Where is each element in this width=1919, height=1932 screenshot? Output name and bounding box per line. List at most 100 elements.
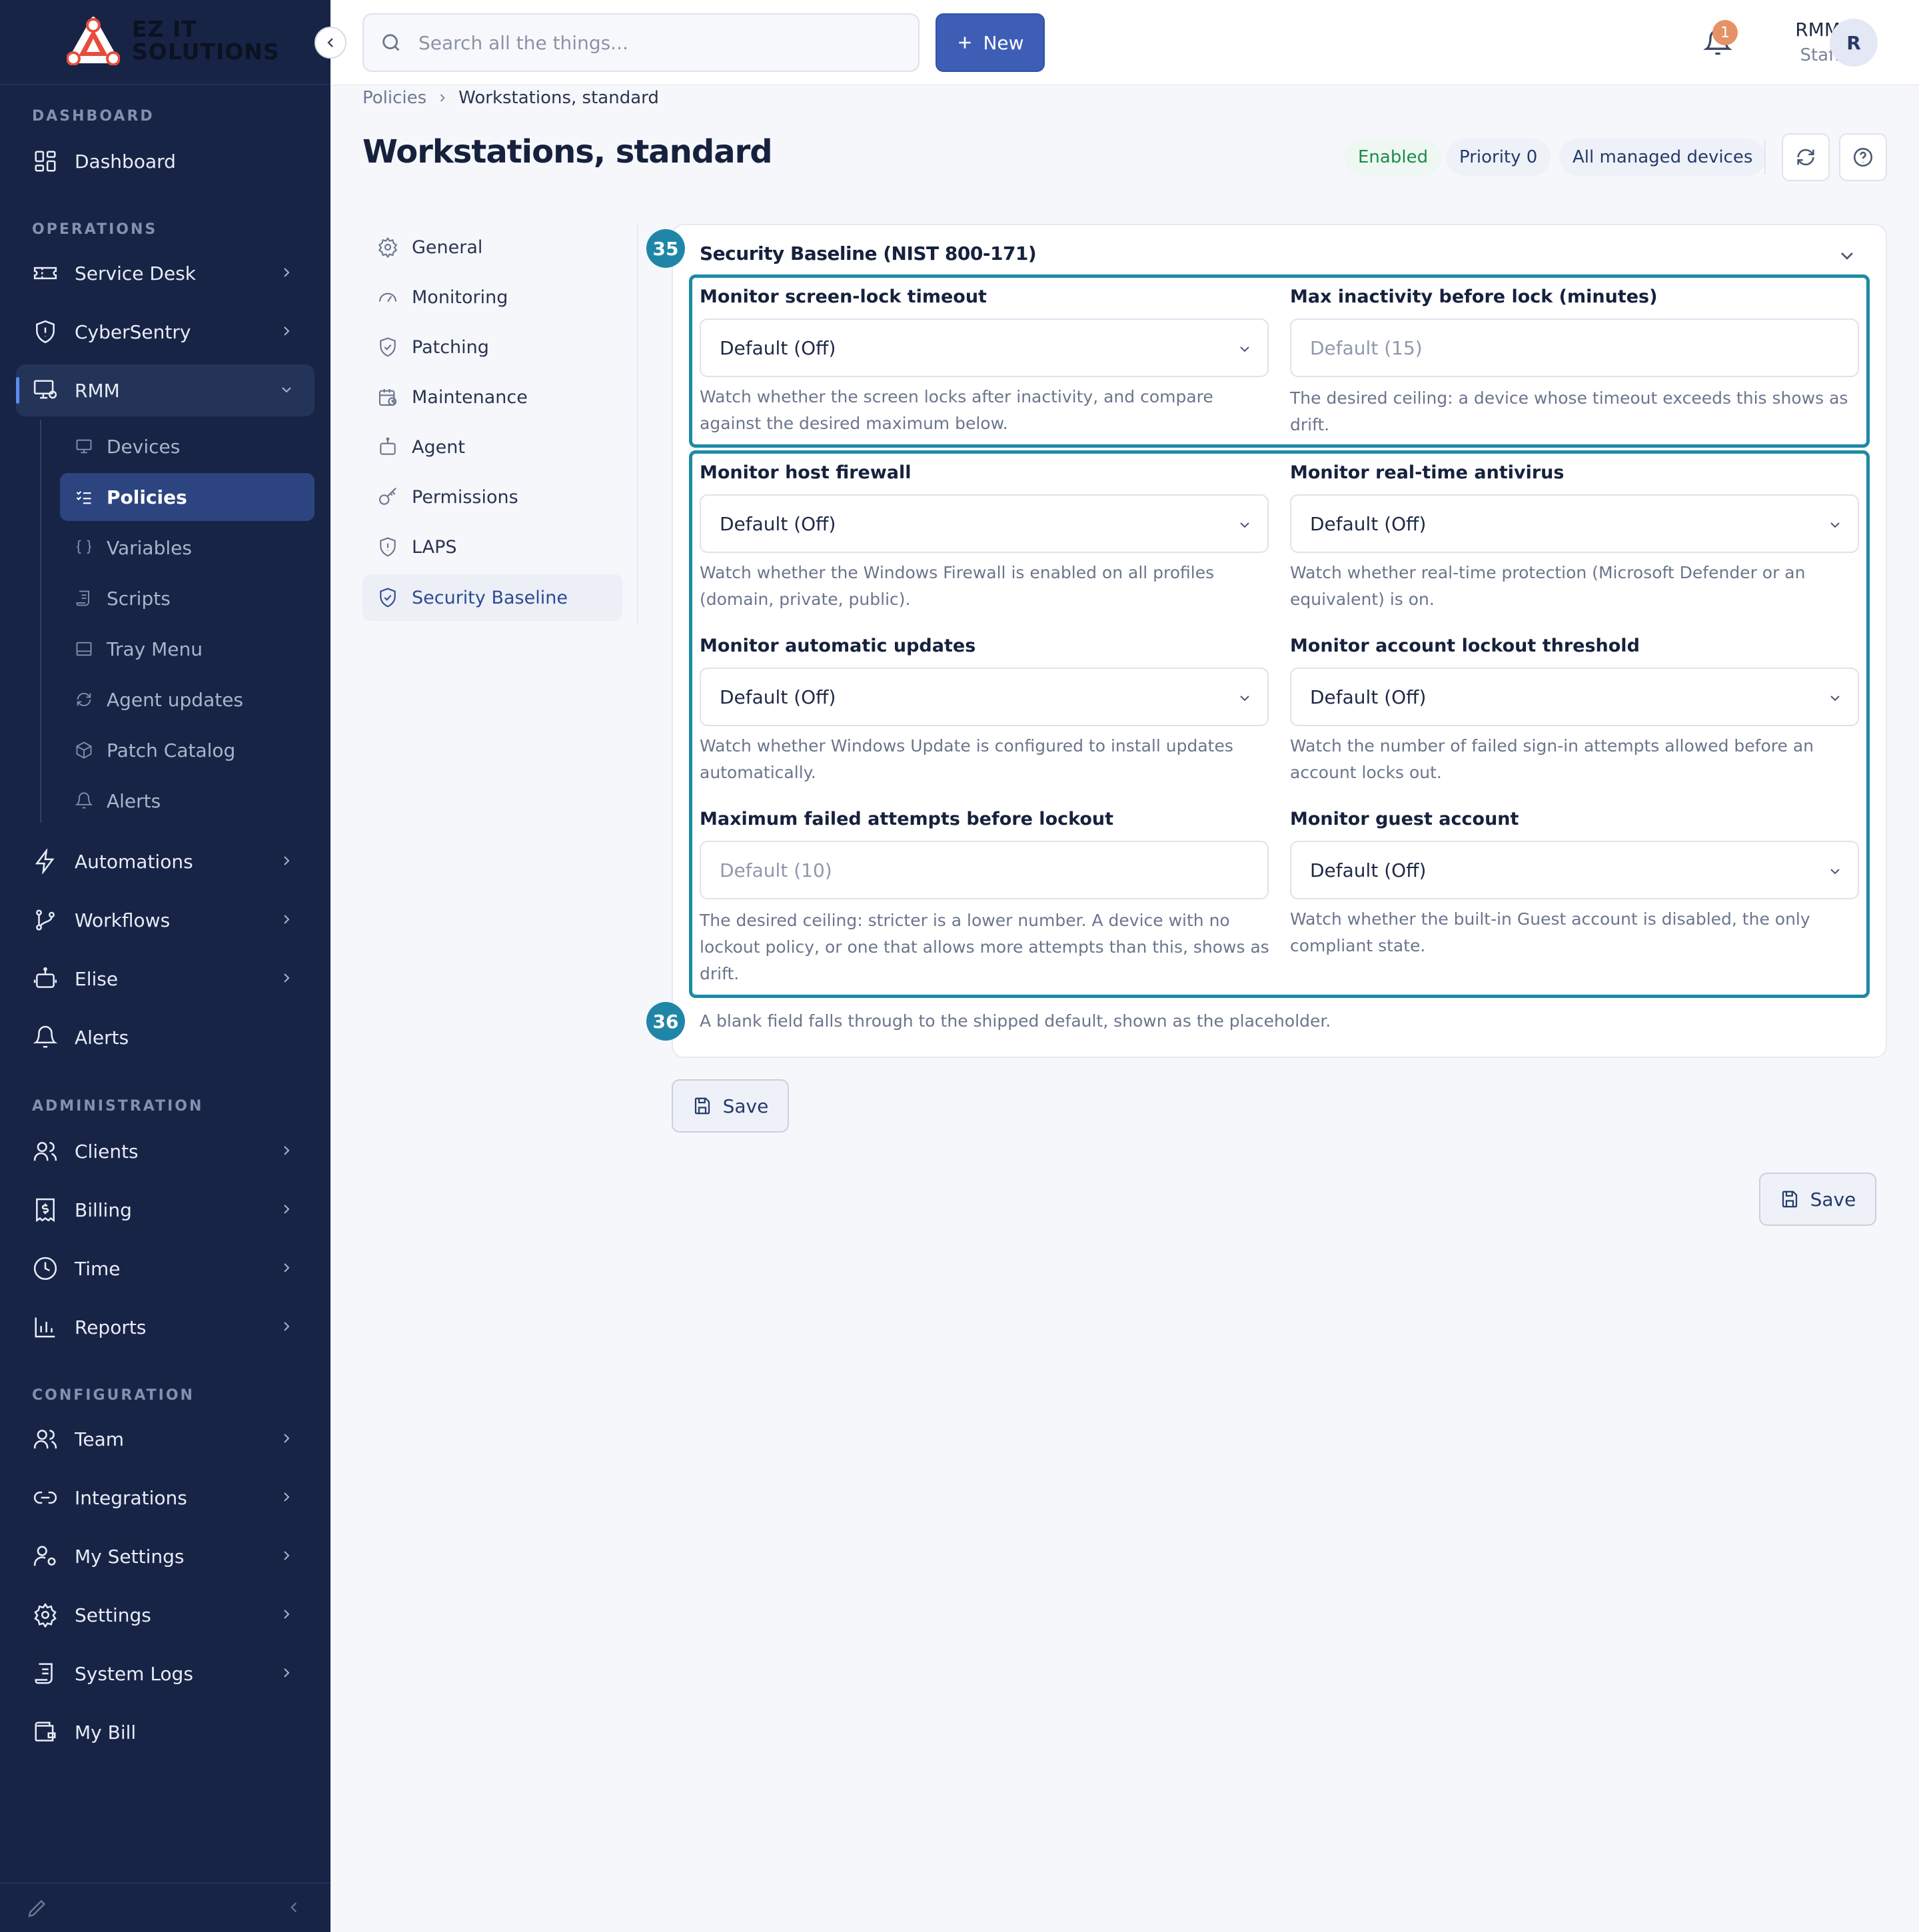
sidebar-item-cybersentry[interactable]: CyberSentry (16, 306, 315, 358)
sidebar-item-dashboard[interactable]: Dashboard (16, 135, 315, 187)
guest-account-label: Monitor guest account (1290, 809, 1519, 829)
tab-permissions[interactable]: Permissions (362, 474, 622, 520)
tab-patching[interactable]: Patching (362, 324, 622, 370)
lockout-threshold-select[interactable]: Default (Off) (1290, 668, 1859, 726)
firewall-select[interactable]: Default (Off) (700, 494, 1269, 553)
new-button[interactable]: New (936, 13, 1045, 72)
user-name: RMM (1795, 19, 1840, 41)
sidebar-item-rmm[interactable]: RMM (16, 364, 315, 416)
list-check-icon (75, 487, 95, 507)
sidebar-item-integrations[interactable]: Integrations (16, 1472, 315, 1524)
auto-updates-select[interactable]: Default (Off) (700, 668, 1269, 726)
search-input[interactable] (418, 31, 885, 54)
topbar: New 1 RMM Staff R (330, 0, 1919, 85)
refresh-button[interactable] (1782, 133, 1830, 181)
sidebar-subitem-label: Agent updates (107, 688, 244, 711)
pencil-icon[interactable] (25, 1896, 49, 1920)
select-value: Default (Off) (1310, 686, 1427, 708)
sidebar-item-label: My Settings (75, 1545, 185, 1568)
sidebar-subitem-devices[interactable]: Devices (60, 422, 315, 470)
sidebar-collapse-button[interactable] (315, 27, 346, 59)
sidebar-item-time[interactable]: Time (16, 1242, 315, 1294)
sidebar-item-settings[interactable]: Settings (16, 1589, 315, 1641)
sidebar-subitem-label: Scripts (107, 587, 171, 610)
tab-label: Monitoring (412, 286, 508, 308)
brand-line-2: SOLUTIONS (132, 39, 280, 65)
sidebar-item-system-logs[interactable]: System Logs (16, 1648, 315, 1699)
sidebar-item-my-bill[interactable]: My Bill (16, 1706, 315, 1758)
chevron-down-icon (1240, 522, 1249, 528)
breadcrumb-parent-link[interactable]: Policies (362, 88, 426, 108)
breadcrumb-current: Workstations, standard (458, 88, 659, 108)
tab-label: General (412, 237, 483, 258)
chevron-down-icon (282, 387, 291, 393)
sidebar-subitem-policies[interactable]: Policies (60, 473, 315, 521)
chevron-right-icon (284, 1668, 290, 1678)
sidebar-subitem-label: Policies (107, 486, 187, 508)
tab-laps[interactable]: LAPS (362, 524, 622, 570)
guest-account-select[interactable]: Default (Off) (1290, 841, 1859, 899)
sidebar-subitem-label: Patch Catalog (107, 739, 236, 761)
card-footnote: A blank field falls through to the shipp… (700, 1011, 1331, 1031)
sidebar-item-clients[interactable]: Clients (16, 1125, 315, 1177)
log-scroll-icon (32, 1660, 59, 1687)
sidebar-subitem-agent-updates[interactable]: Agent updates (60, 676, 315, 724)
git-branch-icon (32, 907, 59, 933)
sidebar-item-label: Settings (75, 1604, 151, 1626)
refresh-icon (1797, 149, 1814, 166)
tab-general[interactable]: General (362, 224, 622, 270)
sidebar-item-billing[interactable]: Billing (16, 1184, 315, 1236)
card-title: Security Baseline (NIST 800-171) (700, 242, 1037, 264)
shield-check-icon (377, 587, 398, 608)
sidebar-divider (0, 84, 330, 85)
tab-label: Security Baseline (412, 587, 568, 608)
screen-lock-label: Monitor screen-lock timeout (700, 286, 987, 307)
sidebar-item-elise[interactable]: Elise (16, 953, 315, 1005)
auto-updates-label: Monitor automatic updates (700, 636, 976, 656)
tab-label: Maintenance (412, 386, 528, 408)
brand-logo[interactable]: EZ IT SOLUTIONS (67, 16, 280, 65)
antivirus-select[interactable]: Default (Off) (1290, 494, 1859, 553)
refresh-icon (75, 690, 95, 710)
lightning-icon (32, 848, 59, 875)
max-failed-input[interactable] (700, 841, 1269, 899)
select-value: Default (Off) (1310, 859, 1427, 881)
sidebar-subitem-tray-menu[interactable]: Tray Menu (60, 625, 315, 673)
sidebar-item-service-desk[interactable]: Service Desk (16, 247, 315, 299)
chevron-left-icon[interactable] (285, 1899, 303, 1916)
search-box[interactable] (362, 13, 920, 72)
sidebar-item-my-settings[interactable]: My Settings (16, 1530, 315, 1582)
max-inactivity-input[interactable] (1290, 318, 1859, 377)
sidebar-item-automations[interactable]: Automations (16, 835, 315, 887)
tab-agent[interactable]: Agent (362, 424, 622, 470)
tab-maintenance[interactable]: Maintenance (362, 374, 622, 420)
help-circle-icon (1853, 147, 1873, 167)
screen-lock-select[interactable]: Default (Off) (700, 318, 1269, 377)
collapse-card-chevron-icon[interactable] (1836, 245, 1858, 266)
section-label-administration: ADMINISTRATION (32, 1098, 204, 1115)
triangle-logo-icon (67, 17, 120, 65)
save-button[interactable]: Save (672, 1079, 789, 1133)
sidebar-subitem-variables[interactable]: Variables (60, 524, 315, 572)
sidebar-item-label: Time (75, 1257, 121, 1280)
sidebar-subitem-scripts[interactable]: Scripts (60, 574, 315, 622)
shield-alert-icon (32, 318, 59, 345)
avatar[interactable]: R (1830, 19, 1878, 67)
sidebar-item-label: Elise (75, 967, 119, 990)
chevron-down-icon (1240, 696, 1249, 702)
sidebar-item-reports[interactable]: Reports (16, 1301, 315, 1353)
sidebar-subitem-patch-catalog[interactable]: Patch Catalog (60, 726, 315, 774)
sidebar-item-alerts[interactable]: Alerts (16, 1011, 315, 1063)
key-icon (377, 486, 398, 508)
bell-icon (75, 791, 95, 811)
help-button[interactable] (1839, 133, 1887, 181)
chevron-right-icon (284, 268, 290, 277)
scope-badge: All managed devices (1559, 139, 1766, 176)
sidebar-item-workflows[interactable]: Workflows (16, 894, 315, 946)
tab-security-baseline[interactable]: Security Baseline (362, 574, 622, 621)
sidebar-item-label: Workflows (75, 909, 171, 931)
save-button-secondary[interactable]: Save (1759, 1173, 1876, 1226)
sidebar-subitem-alerts[interactable]: Alerts (60, 777, 315, 825)
tab-monitoring[interactable]: Monitoring (362, 274, 622, 320)
sidebar-item-team[interactable]: Team (16, 1413, 315, 1465)
